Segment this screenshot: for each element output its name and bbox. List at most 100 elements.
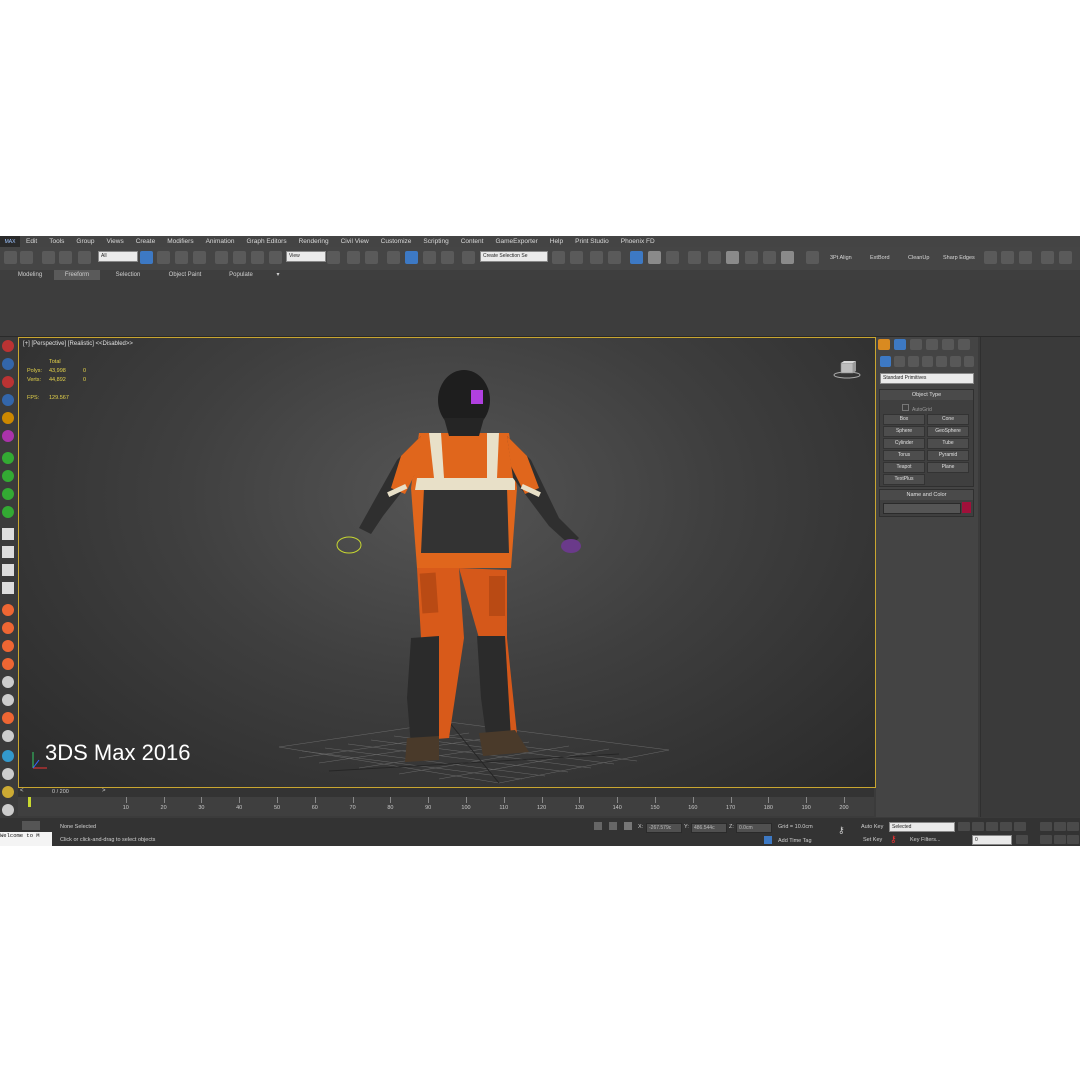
name-and-color-title[interactable]: Name and Color xyxy=(880,490,973,500)
undo-icon[interactable] xyxy=(4,251,17,264)
command-tool-icon[interactable] xyxy=(2,358,14,370)
fire-icon[interactable] xyxy=(2,640,14,652)
selection-set-dropdown[interactable]: Selected xyxy=(889,822,955,832)
current-frame-field[interactable]: 0 xyxy=(972,835,1012,845)
maximize-viewport-icon[interactable] xyxy=(1067,822,1079,831)
rect-selection-icon[interactable] xyxy=(175,251,188,264)
move-icon[interactable] xyxy=(215,251,228,264)
cameras-icon[interactable] xyxy=(922,356,933,367)
field-of-view-icon[interactable] xyxy=(1067,835,1079,844)
fire-icon[interactable] xyxy=(2,658,14,670)
spacewarps-icon[interactable] xyxy=(950,356,961,367)
plugin-3pt-align[interactable]: 3Pt Align xyxy=(830,255,852,261)
scene-explorer-icon[interactable] xyxy=(590,251,603,264)
set-key-icon[interactable]: ⚷ xyxy=(890,834,897,845)
app-logo[interactable]: MAX xyxy=(0,236,20,247)
primitive-category-dropdown[interactable]: Standard Primitives xyxy=(880,373,974,384)
torus-button[interactable]: Torus xyxy=(883,450,925,461)
render-production-icon[interactable] xyxy=(745,251,758,264)
set-key-button[interactable]: Set Key xyxy=(863,837,882,843)
ref-coord-dropdown[interactable]: View xyxy=(286,251,326,262)
tool-icon[interactable] xyxy=(2,676,14,688)
redo-icon[interactable] xyxy=(20,251,33,264)
create-tab-icon[interactable] xyxy=(878,339,890,350)
menu-print-studio[interactable]: Print Studio xyxy=(569,238,615,245)
utilities-tab-icon[interactable] xyxy=(958,339,970,350)
pivot-center-icon[interactable] xyxy=(327,251,340,264)
mirror-icon[interactable] xyxy=(552,251,565,264)
tool-icon[interactable] xyxy=(2,694,14,706)
fire-icon[interactable] xyxy=(1059,251,1072,264)
command-tool-icon[interactable] xyxy=(2,470,14,482)
tab-freeform[interactable]: Freeform xyxy=(54,270,100,280)
sphere-button[interactable]: Sphere xyxy=(883,426,925,437)
fire-icon[interactable] xyxy=(2,604,14,616)
plugin-extbord[interactable]: ExtBord xyxy=(870,255,890,261)
object-color-swatch[interactable] xyxy=(962,502,971,513)
command-tool-icon[interactable] xyxy=(2,488,14,500)
helpers-icon[interactable] xyxy=(936,356,947,367)
plugin-sharp-edges[interactable]: Sharp Edges xyxy=(943,255,975,261)
key-filters-button[interactable]: Key Filters... xyxy=(910,837,941,843)
unlink-icon[interactable] xyxy=(59,251,72,264)
command-tool-icon[interactable] xyxy=(2,394,14,406)
modify-tab-icon[interactable] xyxy=(894,339,906,350)
perspective-viewport[interactable]: [+] [Perspective] [Realistic] <<Disabled… xyxy=(18,337,876,788)
go-to-start-icon[interactable] xyxy=(958,822,970,831)
ribbon-options-icon[interactable]: ▾ xyxy=(270,270,286,280)
material-editor-icon[interactable] xyxy=(688,251,701,264)
play-animation-icon[interactable] xyxy=(986,822,998,831)
select-by-name-icon[interactable] xyxy=(157,251,170,264)
scene-3d-view[interactable] xyxy=(19,338,875,787)
menu-customize[interactable]: Customize xyxy=(375,238,418,245)
autogrid-checkbox[interactable]: AutoGrid xyxy=(902,404,932,413)
light-bulb-icon[interactable] xyxy=(1041,251,1054,264)
percent-snap-icon[interactable] xyxy=(423,251,436,264)
rendered-frame-icon[interactable] xyxy=(726,251,739,264)
layer-icon[interactable] xyxy=(22,821,40,830)
zoom-extents-icon[interactable] xyxy=(1040,822,1052,831)
fire-icon[interactable] xyxy=(2,622,14,634)
command-tool-icon[interactable] xyxy=(2,412,14,424)
next-frame-icon[interactable]: > xyxy=(102,788,106,794)
cylinder-button[interactable]: Cylinder xyxy=(883,438,925,449)
motion-tab-icon[interactable] xyxy=(926,339,938,350)
plugin-cleanup[interactable]: CleanUp xyxy=(908,255,929,261)
curve-editor-icon[interactable] xyxy=(648,251,661,264)
spinner-snap-icon[interactable] xyxy=(441,251,454,264)
prev-frame-icon[interactable]: < xyxy=(20,788,24,794)
menu-content[interactable]: Content xyxy=(455,238,490,245)
teapot-icon[interactable] xyxy=(984,251,997,264)
pan-icon[interactable] xyxy=(1054,835,1066,844)
time-marker[interactable] xyxy=(28,797,31,807)
menu-group[interactable]: Group xyxy=(70,238,100,245)
align-icon[interactable] xyxy=(570,251,583,264)
systems-icon[interactable] xyxy=(964,356,974,367)
trash-icon[interactable] xyxy=(2,582,14,594)
snaps-toggle-icon[interactable] xyxy=(387,251,400,264)
menu-rendering[interactable]: Rendering xyxy=(293,238,335,245)
schematic-view-icon[interactable] xyxy=(666,251,679,264)
menu-phoenix-fd[interactable]: Phoenix FD xyxy=(615,238,661,245)
lights-icon[interactable] xyxy=(908,356,919,367)
box-button[interactable]: Box xyxy=(883,414,925,425)
graphite-tools-icon[interactable] xyxy=(630,251,643,264)
plane-button[interactable]: Plane xyxy=(927,462,969,473)
isolate-icon[interactable] xyxy=(594,822,602,830)
render-iterative-icon[interactable] xyxy=(763,251,776,264)
maxscript-listener[interactable]: Welcome to M xyxy=(0,832,52,846)
command-tool-icon[interactable] xyxy=(2,430,14,442)
cone-button[interactable]: Cone xyxy=(927,414,969,425)
geometry-icon[interactable] xyxy=(880,356,891,367)
fire-icon[interactable] xyxy=(2,712,14,724)
picture-icon[interactable] xyxy=(1019,251,1032,264)
select-object-icon[interactable] xyxy=(140,251,153,264)
z-coord-field[interactable]: 0.0cm xyxy=(736,823,772,833)
render-setup-icon[interactable] xyxy=(708,251,721,264)
track-bar[interactable]: 10 20 30 40 50 60 70 80 90 100 110 120 130 140 150 160 1… xyxy=(18,797,874,816)
object-name-input[interactable] xyxy=(883,503,961,514)
menu-civil-view[interactable]: Civil View xyxy=(335,238,375,245)
edit-named-selection-icon[interactable] xyxy=(462,251,475,264)
next-frame-icon[interactable] xyxy=(1000,822,1012,831)
pyramid-button[interactable]: Pyramid xyxy=(927,450,969,461)
